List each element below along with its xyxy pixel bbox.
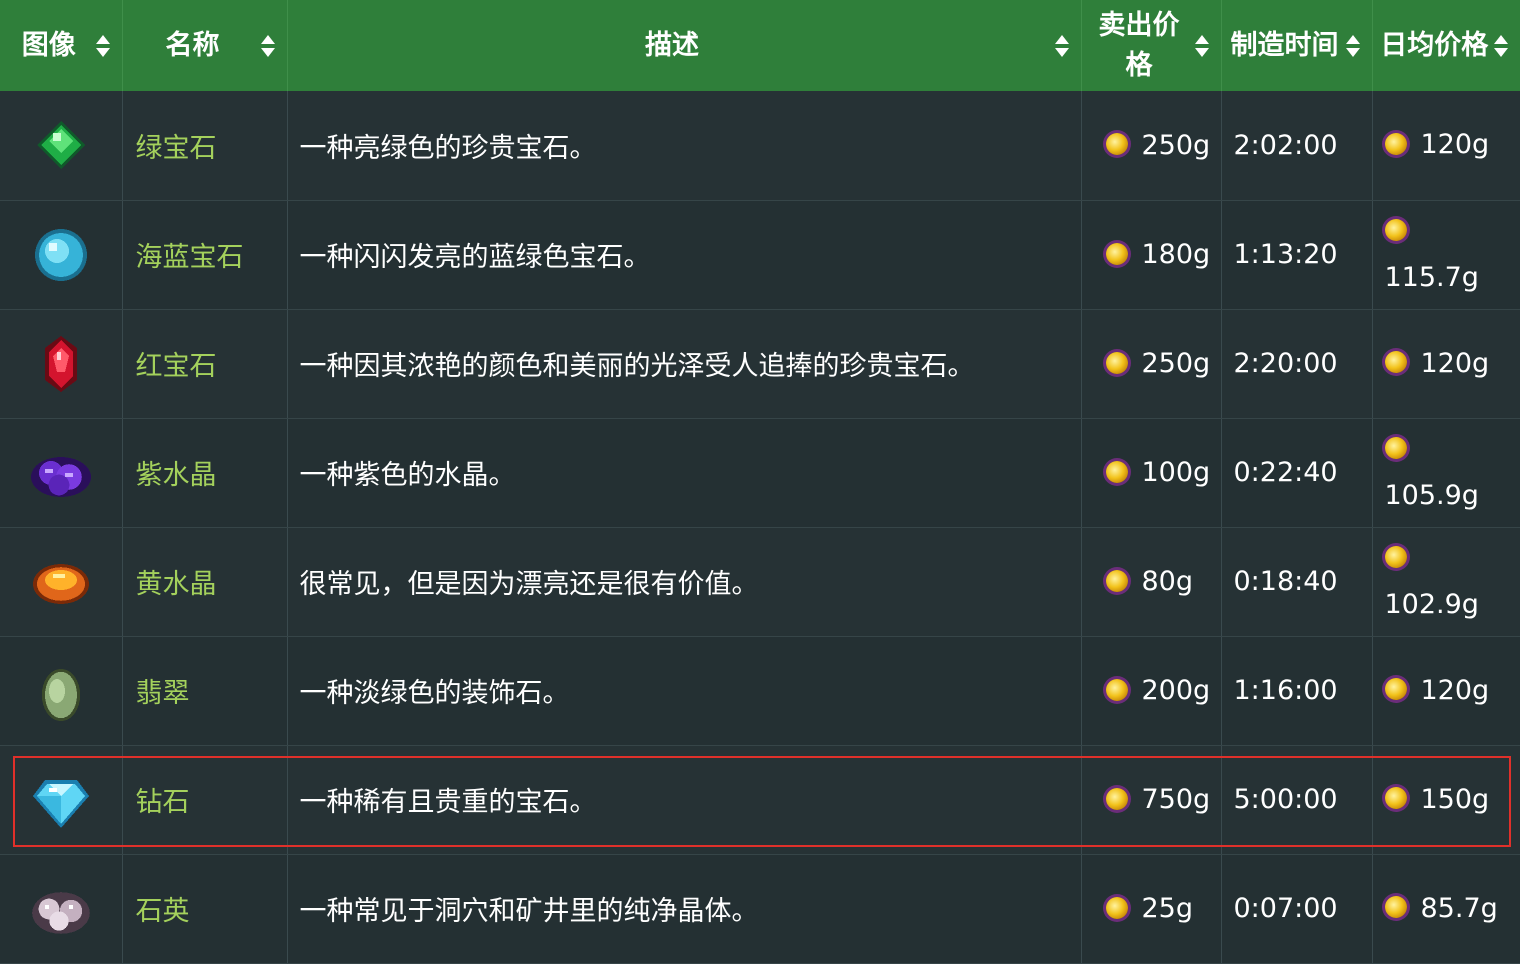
table-row: 翡翠 一种淡绿色的装饰石。 200g 1:16:00 120g — [0, 636, 1520, 746]
quartz-icon — [31, 891, 90, 934]
emerald-icon — [36, 121, 85, 170]
image-cell — [0, 91, 123, 201]
craft-time-cell: 1:13:20 — [1221, 200, 1373, 310]
gold-coin-icon — [1384, 787, 1407, 809]
table-header-row: 图像 名称 描述 卖出价格 制造时间 日均价格 — [0, 0, 1520, 91]
image-cell — [0, 309, 123, 419]
daily-price-cell: 115.7g — [1372, 200, 1520, 310]
craft-time-cell: 2:02:00 — [1221, 91, 1373, 201]
sort-icon[interactable] — [1494, 34, 1508, 57]
gold-coin-icon — [1384, 896, 1407, 918]
image-cell — [0, 854, 123, 964]
topaz-icon — [32, 563, 89, 604]
daily-price-cell: 150g — [1372, 745, 1520, 855]
gem-name[interactable]: 黄水晶 — [122, 527, 288, 637]
gem-name[interactable]: 翡翠 — [122, 636, 288, 746]
sell-price-cell: 250g — [1081, 91, 1222, 201]
gold-coin-icon — [1105, 896, 1128, 919]
image-cell — [0, 200, 123, 310]
gold-coin-icon — [1105, 460, 1128, 483]
ruby-icon — [44, 335, 77, 392]
sort-icon[interactable] — [1194, 34, 1209, 57]
sell-price-cell: 250g — [1081, 309, 1222, 419]
gold-coin-icon — [1384, 437, 1407, 459]
gem-name[interactable]: 石英 — [122, 854, 288, 964]
table-row: 石英 一种常见于洞穴和矿井里的纯净晶体。 25g 0:07:00 85.7g — [0, 854, 1520, 964]
sort-icon[interactable] — [260, 34, 275, 57]
column-header-name[interactable]: 名称 — [122, 0, 288, 91]
gem-description: 一种稀有且贵重的宝石。 — [287, 745, 1082, 855]
gem-name[interactable]: 钻石 — [122, 745, 288, 855]
sell-price-cell: 25g — [1081, 854, 1222, 964]
table-row: 海蓝宝石 一种闪闪发亮的蓝绿色宝石。 180g 1:13:20 115.7g — [0, 200, 1520, 310]
craft-time-cell: 0:22:40 — [1221, 418, 1373, 528]
diamond-icon — [32, 779, 89, 828]
gold-coin-icon — [1384, 678, 1407, 700]
image-cell — [0, 418, 123, 528]
gem-name[interactable]: 海蓝宝石 — [122, 200, 288, 310]
column-header-sell-price[interactable]: 卖出价格 — [1081, 0, 1222, 91]
craft-time-cell: 0:07:00 — [1221, 854, 1373, 964]
daily-price-cell: 120g — [1372, 309, 1520, 419]
table-row: 钻石 一种稀有且贵重的宝石。 750g 5:00:00 150g — [0, 745, 1520, 855]
gold-coin-icon — [1105, 351, 1128, 374]
sell-price-cell: 750g — [1081, 745, 1222, 855]
column-header-description[interactable]: 描述 — [287, 0, 1082, 91]
daily-price-cell: 105.9g — [1372, 418, 1520, 528]
gem-name[interactable]: 绿宝石 — [122, 91, 288, 201]
gold-coin-icon — [1384, 351, 1407, 373]
gem-name[interactable]: 红宝石 — [122, 309, 288, 419]
gem-description: 一种紫色的水晶。 — [287, 418, 1082, 528]
aquamarine-icon — [34, 228, 87, 281]
table-row: 绿宝石 一种亮绿色的珍贵宝石。 250g 2:02:00 120g — [0, 91, 1520, 201]
sell-price-cell: 100g — [1081, 418, 1222, 528]
image-cell — [0, 527, 123, 637]
gold-coin-icon — [1384, 546, 1407, 568]
image-cell — [0, 745, 123, 855]
table-row: 红宝石 一种因其浓艳的颜色和美丽的光泽受人追捧的珍贵宝石。 250g 2:20:… — [0, 309, 1520, 419]
daily-price-cell: 85.7g — [1372, 854, 1520, 964]
gem-price-table: 图像 名称 描述 卖出价格 制造时间 日均价格 绿宝石 一种亮绿色的珍贵宝石。 … — [0, 0, 1520, 964]
craft-time-cell: 0:18:40 — [1221, 527, 1373, 637]
sell-price-cell: 180g — [1081, 200, 1222, 310]
column-header-image[interactable]: 图像 — [0, 0, 123, 91]
gem-description: 一种亮绿色的珍贵宝石。 — [287, 91, 1082, 201]
sort-icon[interactable] — [95, 34, 110, 57]
jade-icon — [41, 668, 80, 721]
image-cell — [0, 636, 123, 746]
column-header-craft-time[interactable]: 制造时间 — [1221, 0, 1373, 91]
gold-coin-icon — [1105, 242, 1128, 265]
gem-description: 一种因其浓艳的颜色和美丽的光泽受人追捧的珍贵宝石。 — [287, 309, 1082, 419]
daily-price-cell: 120g — [1372, 91, 1520, 201]
table-row: 黄水晶 很常见，但是因为漂亮还是很有价值。 80g 0:18:40 102.9g — [0, 527, 1520, 637]
gold-coin-icon — [1384, 132, 1407, 155]
gold-coin-icon — [1105, 133, 1128, 156]
gold-coin-icon — [1105, 787, 1128, 810]
gem-description: 一种常见于洞穴和矿井里的纯净晶体。 — [287, 854, 1082, 964]
table-row: 紫水晶 一种紫色的水晶。 100g 0:22:40 105.9g — [0, 418, 1520, 528]
craft-time-cell: 2:20:00 — [1221, 309, 1373, 419]
craft-time-cell: 1:16:00 — [1221, 636, 1373, 746]
gem-description: 一种淡绿色的装饰石。 — [287, 636, 1082, 746]
gem-description: 一种闪闪发亮的蓝绿色宝石。 — [287, 200, 1082, 310]
craft-time-cell: 5:00:00 — [1221, 745, 1373, 855]
daily-price-cell: 102.9g — [1372, 527, 1520, 637]
sort-icon[interactable] — [1345, 34, 1360, 57]
gold-coin-icon — [1105, 569, 1128, 592]
daily-price-cell: 120g — [1372, 636, 1520, 746]
sell-price-cell: 80g — [1081, 527, 1222, 637]
column-header-daily-price[interactable]: 日均价格 — [1372, 0, 1520, 91]
gem-description: 很常见，但是因为漂亮还是很有价值。 — [287, 527, 1082, 637]
sell-price-cell: 200g — [1081, 636, 1222, 746]
sort-icon[interactable] — [1054, 34, 1069, 57]
gem-name[interactable]: 紫水晶 — [122, 418, 288, 528]
amethyst-icon — [30, 456, 91, 497]
gold-coin-icon — [1384, 219, 1407, 241]
gold-coin-icon — [1105, 678, 1128, 701]
